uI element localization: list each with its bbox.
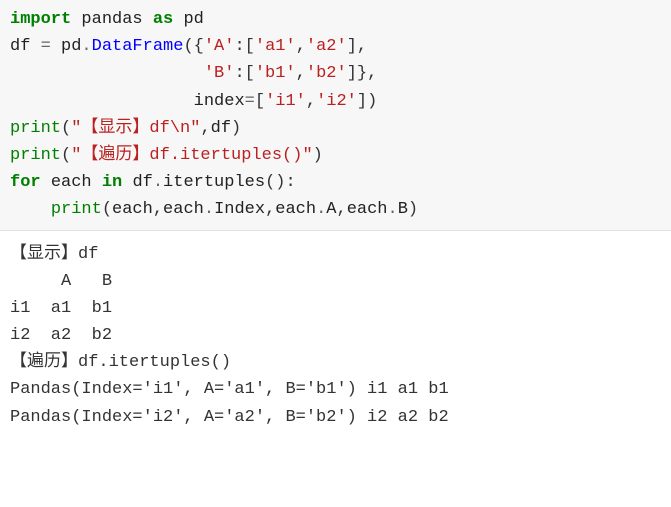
paren-open: (	[265, 173, 275, 192]
comma: ,	[306, 92, 316, 111]
var-each: each	[51, 173, 92, 192]
mod-pandas: pandas	[81, 10, 142, 29]
attr-A: A	[326, 200, 336, 219]
brace-open: {	[194, 37, 204, 56]
str-b2: 'b2'	[306, 64, 347, 83]
ref-df: df	[132, 173, 152, 192]
str-show-df: "【显示】df\n"	[71, 119, 200, 138]
dot: .	[81, 37, 91, 56]
comma: ,	[357, 37, 367, 56]
bi-print: print	[10, 146, 61, 165]
alias-pd: pd	[183, 10, 203, 29]
paren-open: (	[102, 200, 112, 219]
paren-close: )	[275, 173, 285, 192]
ref-each: each	[112, 200, 153, 219]
paren-open: (	[183, 37, 193, 56]
attr-B: B	[398, 200, 408, 219]
comma: ,	[367, 64, 377, 83]
out-line-3: i1 a1 b1	[10, 299, 112, 318]
str-B: 'B'	[204, 64, 235, 83]
paren-close: )	[367, 92, 377, 111]
kw-in: in	[102, 173, 122, 192]
dot: .	[316, 200, 326, 219]
out-line-1: 【显示】df	[10, 245, 98, 264]
comma: ,	[265, 200, 275, 219]
bi-print: print	[51, 200, 102, 219]
op-assign: =	[41, 37, 51, 56]
bracket-close: ]	[357, 92, 367, 111]
paren-close: )	[408, 200, 418, 219]
comma: ,	[337, 200, 347, 219]
dot: .	[204, 200, 214, 219]
str-a1: 'a1'	[255, 37, 296, 56]
ref-df: df	[211, 119, 231, 138]
out-line-4: i2 a2 b2	[10, 326, 112, 345]
op-eq: =	[245, 92, 255, 111]
paren-close: )	[313, 146, 323, 165]
kw-as: as	[153, 10, 173, 29]
ref-each: each	[275, 200, 316, 219]
bracket-close: ]	[347, 37, 357, 56]
paren-close: )	[231, 119, 241, 138]
kw-arg-index: index	[194, 92, 245, 111]
str-b1: 'b1'	[255, 64, 296, 83]
out-line-6: Pandas(Index='i1', A='a1', B='b1') i1 a1…	[10, 380, 449, 399]
str-i2: 'i2'	[316, 92, 357, 111]
str-a2: 'a2'	[306, 37, 347, 56]
method-itertuples: itertuples	[163, 173, 265, 192]
fn-dataframe: DataFrame	[92, 37, 184, 56]
out-line-5: 【遍历】df.itertuples()	[10, 353, 231, 372]
comma: ,	[153, 200, 163, 219]
bracket-open: [	[245, 64, 255, 83]
ref-each: each	[163, 200, 204, 219]
paren-open: (	[61, 146, 71, 165]
brace-close: }	[357, 64, 367, 83]
str-A: 'A'	[204, 37, 235, 56]
kw-import: import	[10, 10, 71, 29]
kw-for: for	[10, 173, 41, 192]
dot: .	[388, 200, 398, 219]
bi-print: print	[10, 119, 61, 138]
out-line-2: A B	[10, 272, 112, 291]
str-iter: "【遍历】df.itertuples()"	[71, 146, 312, 165]
output-block: 【显示】df A B i1 a1 b1 i2 a2 b2 【遍历】df.iter…	[0, 231, 671, 437]
comma: ,	[200, 119, 210, 138]
colon: :	[234, 37, 244, 56]
paren-open: (	[61, 119, 71, 138]
comma: ,	[296, 64, 306, 83]
ref-each: each	[347, 200, 388, 219]
attr-Index: Index	[214, 200, 265, 219]
comma: ,	[296, 37, 306, 56]
var-df: df	[10, 37, 30, 56]
bracket-open: [	[245, 37, 255, 56]
str-i1: 'i1'	[265, 92, 306, 111]
bracket-open: [	[255, 92, 265, 111]
colon: :	[234, 64, 244, 83]
colon: :	[285, 173, 295, 192]
code-block: import pandas as pd df = pd.DataFrame({'…	[0, 0, 671, 231]
bracket-close: ]	[347, 64, 357, 83]
out-line-7: Pandas(Index='i2', A='a2', B='b2') i2 a2…	[10, 408, 449, 427]
ref-pd: pd	[61, 37, 81, 56]
dot: .	[153, 173, 163, 192]
